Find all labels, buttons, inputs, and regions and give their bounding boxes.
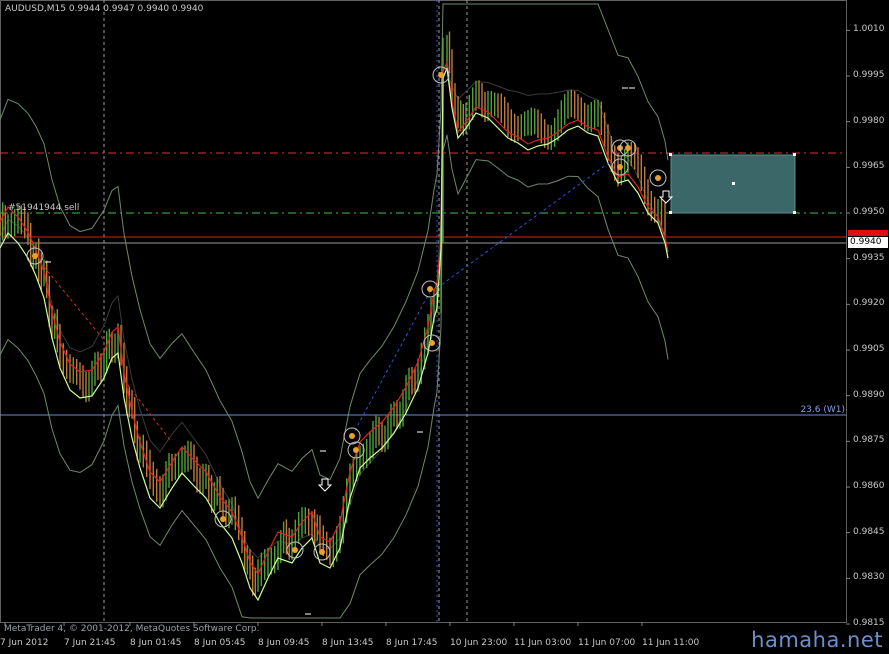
signal-dot <box>429 340 435 346</box>
y-tick-label: 0.9935 <box>853 252 885 263</box>
y-tick-label: 0.9830 <box>853 572 885 583</box>
y-tick-label: 0.9950 <box>853 207 885 217</box>
chart-title: AUDUSD,M15 0.9944 0.9947 0.9940 0.9940 <box>5 4 204 14</box>
y-tick-label: 0.9965 <box>853 161 885 172</box>
signal-dot <box>292 547 298 553</box>
signal-dot <box>655 175 661 181</box>
y-tick-label: 0.9845 <box>853 526 885 537</box>
lower-band-line <box>0 134 669 619</box>
down-arrow-icon <box>317 478 333 492</box>
rectangle-handle <box>669 153 672 156</box>
x-tick-label: 8 Jun 17:45 <box>386 638 438 648</box>
plot-frame <box>0 0 847 623</box>
signal-dot <box>617 164 623 170</box>
current-price-tag: 0.9940 <box>848 237 888 248</box>
signal-dot <box>220 516 226 522</box>
x-tick-label: 11 Jun 11:00 <box>642 638 700 648</box>
upper-band-line <box>0 3 669 500</box>
signal-dot <box>438 72 444 78</box>
y-tick-label: 0.9905 <box>853 344 885 355</box>
x-tick-label: 8 Jun 13:45 <box>322 638 374 648</box>
y-tick-label: 0.9980 <box>853 115 885 126</box>
signal-dot <box>427 286 433 292</box>
y-tick-label: 0.9815 <box>853 618 885 629</box>
y-tick-label: 0.9875 <box>853 435 885 446</box>
y-tick-label: 0.9920 <box>853 298 885 309</box>
copyright-text: MetaTrader 4, © 2001-2012, MetaQuotes So… <box>4 624 260 634</box>
price-chart[interactable] <box>0 0 889 654</box>
x-tick-label: 7 Jun 21:45 <box>64 638 116 648</box>
signal-dot <box>32 253 38 259</box>
rectangle-handle <box>669 211 672 214</box>
signal-dot <box>625 145 631 151</box>
signal-dot <box>353 447 359 453</box>
signal-dot <box>319 549 325 555</box>
fast-ma-line <box>0 67 669 602</box>
x-tick-label: 11 Jun 07:00 <box>578 638 636 648</box>
fib-level-label: 23.6 (W1) <box>800 405 845 415</box>
x-tick-label: 10 Jun 23:00 <box>450 638 508 648</box>
rectangle-center-handle <box>732 182 735 185</box>
x-tick-label: 8 Jun 05:45 <box>194 638 246 648</box>
rectangle-handle <box>793 153 796 156</box>
watermark: hamaha.net <box>751 628 883 652</box>
x-tick-label: 8 Jun 01:45 <box>130 638 182 648</box>
order-price-tag <box>848 230 888 236</box>
signal-dot <box>349 433 355 439</box>
slow-ma-line <box>0 61 669 576</box>
y-tick-label: 1.0010 <box>853 24 885 35</box>
middle-band-line <box>0 68 669 559</box>
chart-window[interactable]: AUDUSD,M15 0.9944 0.9947 0.9940 0.9940 #… <box>0 0 889 654</box>
order-label: #51941944 sell <box>8 203 80 213</box>
y-tick-label: 0.9860 <box>853 481 885 492</box>
x-tick-label: 11 Jun 03:00 <box>514 638 572 648</box>
y-tick-label: 0.9995 <box>853 70 885 80</box>
x-tick-label: 8 Jun 09:45 <box>258 638 310 648</box>
x-tick-label: 7 Jun 2012 <box>0 638 49 648</box>
trend-line <box>436 161 611 289</box>
y-tick-label: 0.9890 <box>853 389 885 400</box>
rectangle-handle <box>793 211 796 214</box>
trend-line <box>351 287 433 437</box>
